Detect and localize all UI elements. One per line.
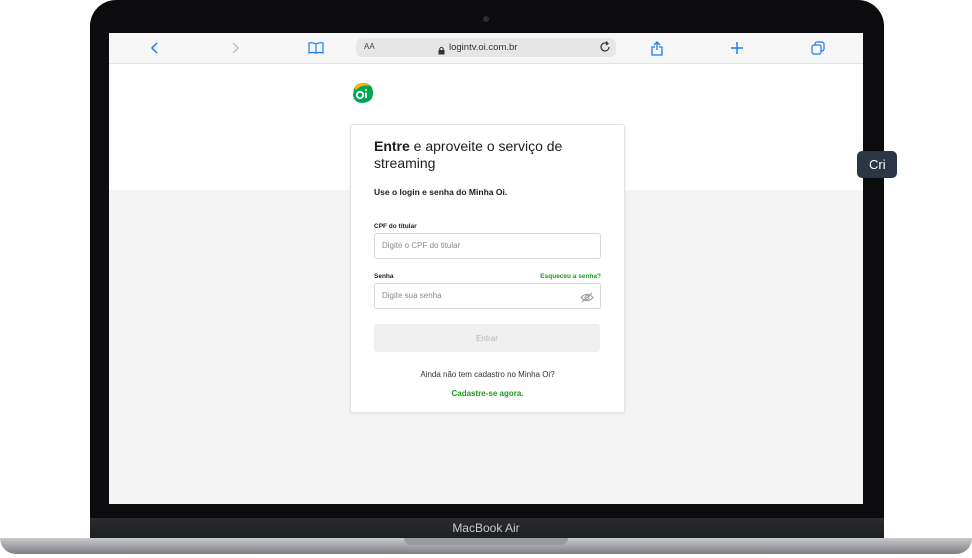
login-heading: Entre e aproveite o serviço de streaming [374,138,574,172]
no-account-text: Ainda não tem cadastro no Minha Oi? [420,370,555,379]
camera-dot [483,16,489,22]
lock-icon [438,42,445,60]
chevron-right-icon[interactable] [226,39,244,57]
laptop-notch [404,538,568,545]
signup-link[interactable]: Cadastre-se agora. [351,389,624,398]
cpf-label: CPF do titular [374,223,417,230]
login-subtitle: Use o login e senha do Minha Oi. [374,187,508,197]
text-size-button[interactable]: AA [364,42,375,51]
plus-icon[interactable] [728,39,746,57]
tabs-icon[interactable] [809,39,827,57]
cpf-input[interactable]: Digite o CPF do titular [374,233,601,259]
browser-toolbar: AA logintv.oi.com.br [109,33,863,64]
enter-button[interactable]: Entrar [374,324,600,352]
password-input[interactable]: Digite sua senha [374,283,601,309]
password-label: Senha [374,273,394,280]
eye-off-icon[interactable] [580,290,594,308]
book-icon[interactable] [307,39,325,57]
login-card: Entre e aproveite o serviço de streaming… [350,124,625,413]
oi-logo[interactable] [350,80,376,106]
heading-bold: Entre [374,138,410,154]
url-text: logintv.oi.com.br [449,42,518,53]
password-placeholder: Digite sua senha [382,291,442,300]
chevron-left-icon[interactable] [146,39,164,57]
reload-icon[interactable] [598,40,612,59]
forgot-password-link[interactable]: Esqueceu a senha? [540,273,601,280]
cpf-placeholder: Digite o CPF do titular [382,241,461,250]
browser-screen: AA logintv.oi.com.br Entre e aproveite o… [109,33,863,504]
share-icon[interactable] [648,39,666,57]
address-bar[interactable]: AA logintv.oi.com.br [356,38,616,57]
device-label: MacBook Air [452,521,520,535]
side-tab[interactable]: Cri [857,151,897,178]
